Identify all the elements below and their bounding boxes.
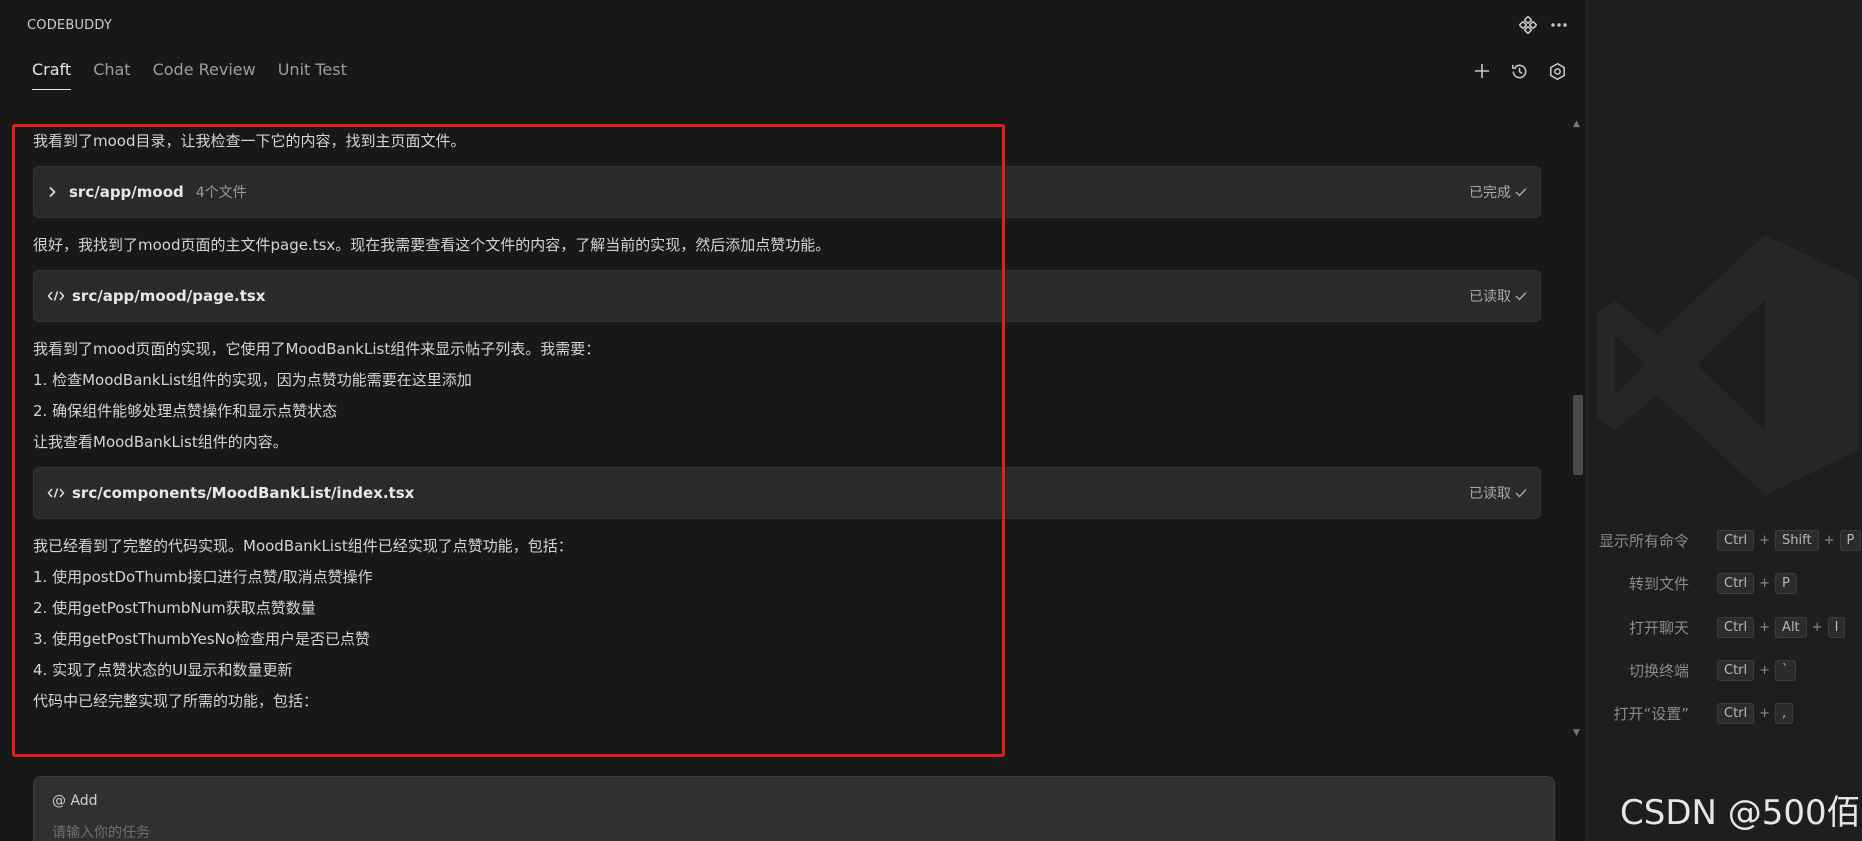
- message-block: 我已经看到了完整的代码实现。MoodBankList组件已经实现了点赞功能，包括…: [33, 531, 1541, 717]
- file-card[interactable]: src/app/mood/page.tsx 已读取: [33, 270, 1541, 322]
- shortcut-label: 转到文件: [1628, 574, 1689, 593]
- csdn-watermark: CSDN @500佰: [1620, 793, 1861, 833]
- code-icon: [47, 486, 67, 500]
- card-status-label: 已读取: [1469, 289, 1511, 305]
- shortcut-label: 显示所有命令: [1598, 531, 1689, 550]
- panel-header: CODEBUDDY: [0, 0, 1586, 52]
- message-line: 1. 检查MoodBankList组件的实现，因为点赞功能需要在这里添加: [33, 371, 472, 389]
- task-input[interactable]: [52, 825, 752, 841]
- key: I: [1827, 616, 1846, 638]
- key: Ctrl: [1717, 572, 1755, 594]
- card-path: src/app/mood: [69, 183, 184, 201]
- key: `: [1775, 659, 1796, 681]
- message-line: 2. 使用getPostThumbNum获取点赞数量: [33, 599, 316, 617]
- shortcut-row: 显示所有命令 Ctrl + Shift + P: [1587, 528, 1862, 552]
- shortcut-label: 切换终端: [1628, 661, 1689, 680]
- message-text: 我看到了mood目录，让我检查一下它的内容，找到主页面文件。: [33, 132, 466, 150]
- key: Shift: [1775, 529, 1819, 551]
- message-text: 很好，我找到了mood页面的主文件page.tsx。现在我需要查看这个文件的内容…: [33, 236, 831, 254]
- vscode-logo-icon: [1597, 235, 1859, 495]
- message-line: 2. 确保组件能够处理点赞操作和显示点赞状态: [33, 402, 338, 420]
- scroll-down-arrow-icon[interactable]: ▼: [1573, 728, 1580, 738]
- check-icon: [1515, 489, 1527, 498]
- shortcut-keys: Ctrl + P: [1717, 572, 1797, 594]
- shortcut-keys: Ctrl + `: [1717, 659, 1796, 681]
- code-icon: [47, 289, 67, 303]
- key: Ctrl: [1717, 659, 1755, 681]
- key: ,: [1775, 702, 1794, 724]
- tab-unit-test[interactable]: Unit Test: [278, 60, 347, 90]
- tab-chat[interactable]: Chat: [93, 60, 130, 90]
- message-line: 3. 使用getPostThumbYesNo检查用户是否已点赞: [33, 630, 371, 648]
- shortcut-row: 切换终端 Ctrl + `: [1587, 658, 1862, 682]
- card-status: 已读取: [1469, 483, 1527, 503]
- shortcut-keys: Ctrl + ,: [1717, 702, 1794, 724]
- mode-tabs: Craft Chat Code Review Unit Test: [32, 60, 369, 90]
- editor-empty-area: 显示所有命令 Ctrl + Shift + P 转到文件 Ctrl + P 打开聊天 …: [1586, 0, 1862, 841]
- message-block: 我看到了mood页面的实现，它使用了MoodBankList组件来显示帖子列表。…: [33, 334, 1541, 458]
- shortcut-row: 打开聊天 Ctrl + Alt + I: [1587, 615, 1862, 639]
- message-line: 4. 实现了点赞状态的UI显示和数量更新: [33, 661, 293, 679]
- key: Ctrl: [1717, 616, 1755, 638]
- shortcut-label: 打开“设置”: [1613, 704, 1689, 723]
- shortcut-row: 打开“设置” Ctrl + ,: [1587, 701, 1862, 725]
- card-file-count: 4个文件: [195, 185, 247, 201]
- key: P: [1775, 572, 1797, 594]
- key: Ctrl: [1717, 702, 1755, 724]
- check-icon: [1515, 188, 1527, 197]
- card-status: 已读取: [1469, 286, 1527, 306]
- key: Ctrl: [1717, 529, 1755, 551]
- key: P: [1839, 529, 1862, 551]
- history-icon[interactable]: [1506, 58, 1532, 84]
- check-icon: [1515, 292, 1527, 301]
- tab-craft[interactable]: Craft: [32, 60, 72, 90]
- key: Alt: [1775, 616, 1807, 638]
- message-line: 代码中已经完整实现了所需的功能，包括：: [33, 692, 319, 710]
- panel-title: CODEBUDDY: [27, 18, 113, 33]
- add-context-button[interactable]: @ Add: [52, 793, 98, 809]
- chevron-right-icon: [47, 185, 61, 199]
- card-path: src/app/mood/page.tsx: [72, 287, 266, 305]
- message-line: 我已经看到了完整的代码实现。MoodBankList组件已经实现了点赞功能，包括…: [33, 537, 573, 555]
- card-status-label: 已读取: [1469, 486, 1511, 502]
- extensions-icon[interactable]: [1517, 14, 1539, 36]
- card-status: 已完成: [1469, 182, 1527, 202]
- file-card[interactable]: src/components/MoodBankList/index.tsx 已读…: [33, 467, 1541, 519]
- task-input-box[interactable]: @ Add: [33, 776, 1555, 841]
- folder-card[interactable]: src/app/mood 4个文件 已完成: [33, 166, 1541, 218]
- shortcut-label: 打开聊天: [1628, 618, 1689, 637]
- message-line: 让我查看MoodBankList组件的内容。: [33, 433, 288, 451]
- message-line: 1. 使用postDoThumb接口进行点赞/取消点赞操作: [33, 568, 373, 586]
- scroll-up-arrow-icon[interactable]: ▲: [1573, 119, 1580, 129]
- scrollbar-thumb[interactable]: [1573, 395, 1583, 475]
- more-icon[interactable]: [1548, 14, 1570, 36]
- shortcut-keys: Ctrl + Shift + P: [1717, 529, 1862, 551]
- new-chat-icon[interactable]: [1469, 58, 1495, 84]
- settings-icon[interactable]: [1544, 58, 1570, 84]
- tab-code-review[interactable]: Code Review: [153, 60, 256, 90]
- conversation: 我看到了mood目录，让我检查一下它的内容，找到主页面文件。 src/app/m…: [33, 126, 1541, 746]
- message-line: 我看到了mood页面的实现，它使用了MoodBankList组件来显示帖子列表。…: [33, 340, 601, 358]
- card-status-label: 已完成: [1469, 185, 1511, 201]
- codebuddy-panel: CODEBUDDY Craft Chat Code Review Unit Te…: [0, 0, 1586, 841]
- card-path: src/components/MoodBankList/index.tsx: [72, 484, 415, 502]
- shortcut-row: 转到文件 Ctrl + P: [1587, 571, 1862, 595]
- shortcut-keys: Ctrl + Alt + I: [1717, 616, 1846, 638]
